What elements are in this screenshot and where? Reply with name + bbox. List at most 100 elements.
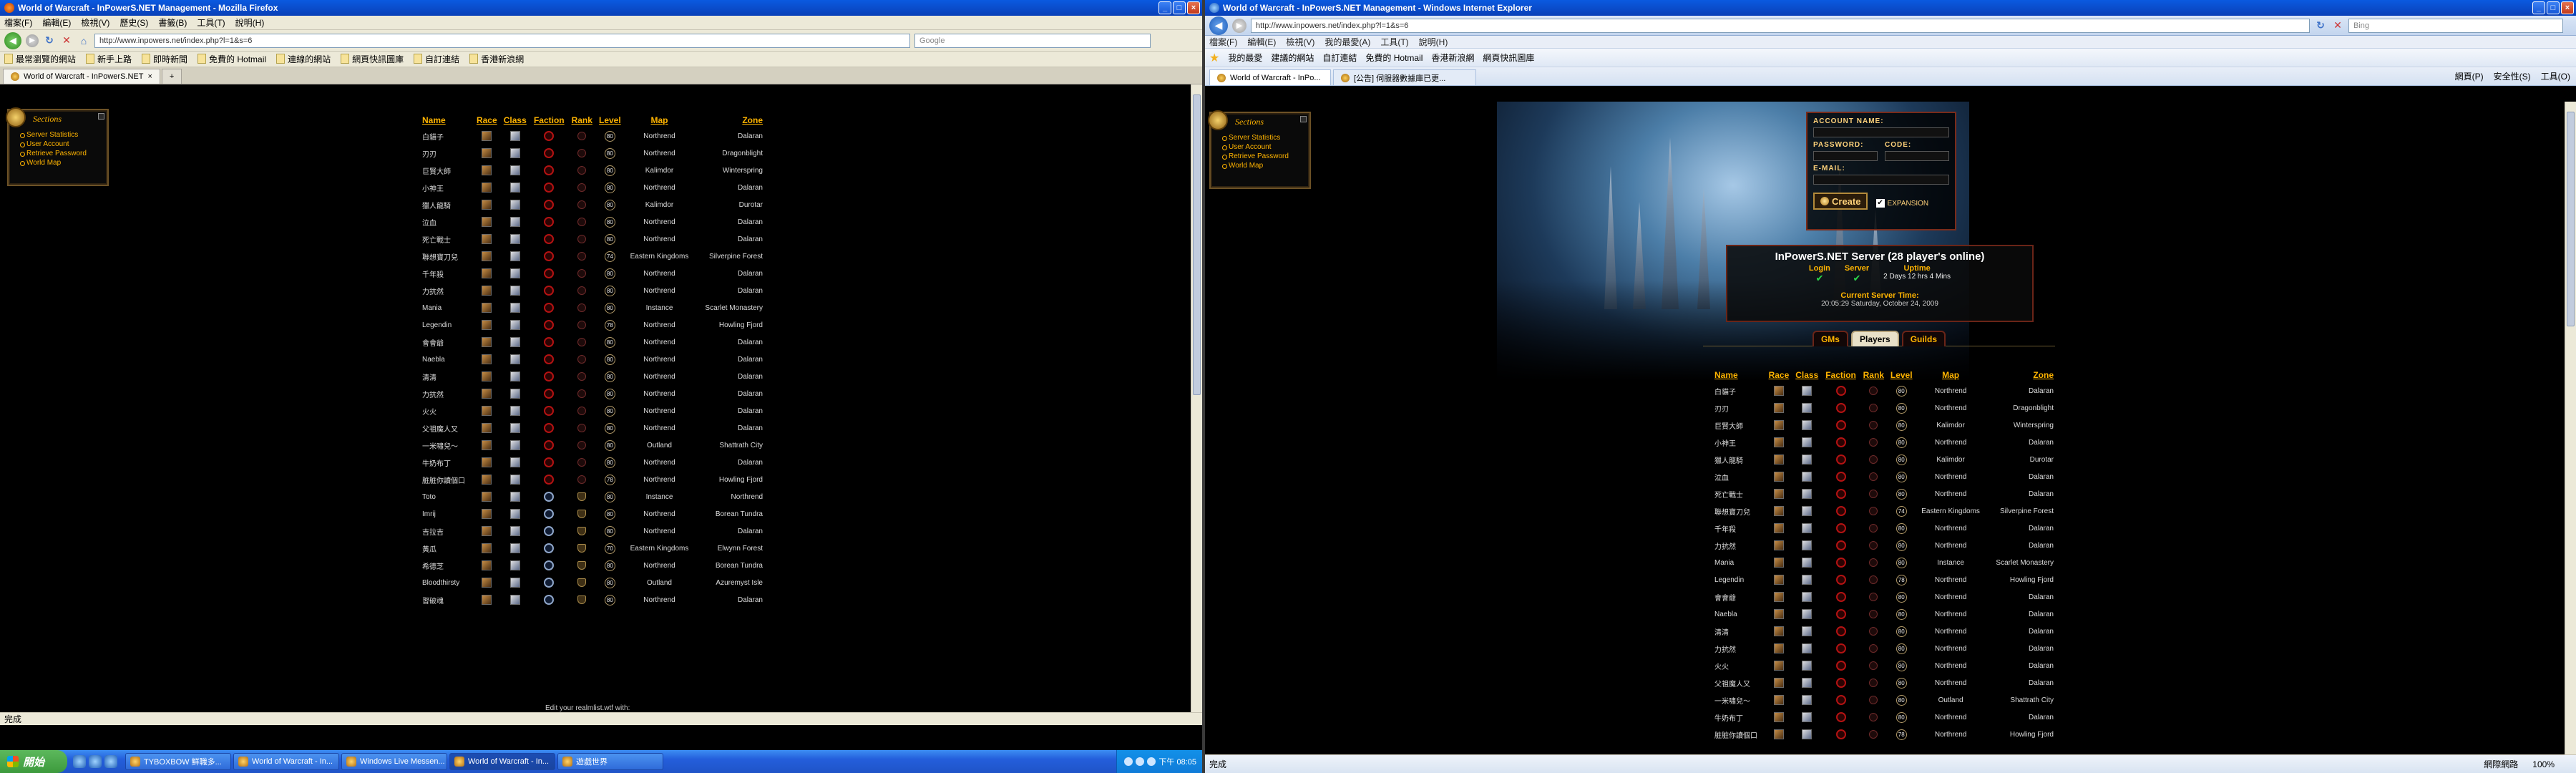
command-safety[interactable]: 安全性(S) [2494,70,2531,82]
minimize-button[interactable]: _ [2532,1,2545,14]
col-level[interactable]: Level [595,113,624,127]
taskbar-item[interactable]: 遊戲世界 [557,753,663,770]
bookmark-item[interactable]: 香港新浪網 [469,53,524,65]
taskbar-item[interactable]: Windows Live Messen... [341,753,447,770]
col-class[interactable]: Class [1792,368,1822,382]
col-race[interactable]: Race [1765,368,1792,382]
section-link-world-map[interactable]: World Map [20,158,107,167]
section-link-user-account[interactable]: User Account [20,140,107,149]
section-link-server-statistics[interactable]: Server Statistics [1222,133,1309,142]
search-input[interactable]: Google [914,33,1151,48]
reload-icon[interactable]: ↻ [43,34,56,47]
create-account-button[interactable]: Create [1813,193,1868,210]
sections-collapse-icon[interactable] [1300,116,1307,122]
bookmark-item[interactable]: 最常瀏覽的網站 [4,53,76,65]
command-tools[interactable]: 工具(O) [2541,70,2570,82]
back-button[interactable]: ◀ [4,31,21,49]
home-icon[interactable]: ⌂ [77,34,90,47]
tab-players[interactable]: Players [1850,331,1899,346]
taskbar-item[interactable]: TYBOXBOW 鮮職多... [125,753,231,770]
favorites-star-icon[interactable]: ★ [1209,51,1219,65]
col-faction[interactable]: Faction [1822,368,1860,382]
back-button[interactable]: ◀ [1209,16,1228,35]
col-race[interactable]: Race [474,113,501,127]
bookmark-item[interactable]: 連線的網站 [276,53,331,65]
taskbar-item-active[interactable]: World of Warcraft - In... [449,753,555,770]
password-input[interactable] [1813,151,1878,161]
col-zone[interactable]: Zone [695,113,764,127]
col-level[interactable]: Level [1887,368,1916,382]
scrollbar-thumb[interactable] [2567,112,2575,326]
menu-tools[interactable]: 工具(T) [1380,36,1408,48]
menu-file[interactable]: 檔案(F) [4,16,32,29]
tab-guilds[interactable]: Guilds [1901,331,1946,346]
menu-help[interactable]: 說明(H) [1419,36,1448,48]
favorite-item[interactable]: 網頁快訊圖庫 [1483,52,1534,64]
bookmark-item[interactable]: 新手上路 [86,53,132,65]
menu-favorites[interactable]: 我的最愛(A) [1324,36,1370,48]
menu-edit[interactable]: 編輯(E) [42,16,71,29]
expansion-checkbox[interactable]: ✔ EXPANSION [1875,199,1928,208]
maximize-button[interactable]: □ [2547,1,2560,14]
tray-icon[interactable] [1136,757,1145,766]
menu-file[interactable]: 檔案(F) [1209,36,1237,48]
menu-bookmarks[interactable]: 書籤(B) [158,16,187,29]
favorites-button[interactable]: 我的最愛 [1228,52,1262,64]
new-tab-button[interactable]: + [161,69,182,84]
tab-announcement[interactable]: [公告] 伺服器數據庫已更... [1333,69,1476,85]
menu-help[interactable]: 說明(H) [235,16,265,29]
sections-collapse-icon[interactable] [98,113,104,120]
address-bar[interactable]: http://www.inpowers.net/index.php?l=1&s=… [1251,18,2310,33]
tray-icon[interactable] [1124,757,1133,766]
section-link-user-account[interactable]: User Account [1222,142,1309,152]
maximize-button[interactable]: □ [1173,1,1186,14]
col-rank[interactable]: Rank [568,113,595,127]
bookmark-item[interactable]: 網頁快訊圖庫 [341,53,404,65]
stop-icon[interactable]: ✕ [2331,19,2344,32]
refresh-icon[interactable]: ↻ [2314,19,2327,32]
page-scrollbar[interactable] [1191,84,1202,712]
tray-icon[interactable] [1147,757,1156,766]
scrollbar-thumb[interactable] [1193,94,1201,395]
forward-button[interactable]: ▶ [26,34,39,47]
close-button[interactable]: × [1187,1,1200,14]
minimize-button[interactable]: _ [1158,1,1171,14]
tab-gms[interactable]: GMs [1812,331,1848,346]
quick-launch-icon[interactable] [89,755,102,768]
section-link-retrieve-password[interactable]: Retrieve Password [20,149,107,158]
section-link-retrieve-password[interactable]: Retrieve Password [1222,152,1309,161]
stop-icon[interactable]: ✕ [60,34,73,47]
col-name[interactable]: Name [421,113,474,127]
tab-wow[interactable]: World of Warcraft - InPowerS.NET × [3,69,160,84]
favorite-item[interactable]: 自訂連結 [1322,52,1357,64]
quick-launch-icon[interactable] [73,755,86,768]
search-input[interactable]: Bing [2348,18,2563,33]
bookmark-item[interactable]: 自訂連結 [414,53,459,65]
page-scrollbar[interactable] [2565,102,2576,754]
col-class[interactable]: Class [500,113,530,127]
code-input[interactable] [1885,151,1949,161]
close-button[interactable]: × [2561,1,2574,14]
col-map[interactable]: Map [1916,368,1986,382]
account-name-input[interactable] [1813,127,1949,137]
section-link-world-map[interactable]: World Map [1222,161,1309,170]
col-map[interactable]: Map [624,113,694,127]
command-page[interactable]: 網頁(P) [2455,70,2484,82]
col-name[interactable]: Name [1713,368,1765,382]
start-button[interactable]: 開始 [0,750,67,773]
col-faction[interactable]: Faction [530,113,568,127]
favorite-item[interactable]: 建議的網站 [1271,52,1314,64]
quick-launch-icon[interactable] [104,755,117,768]
taskbar-item[interactable]: World of Warcraft - In... [233,753,339,770]
tab-close-icon[interactable]: × [147,72,152,81]
favorite-item[interactable]: 免費的 Hotmail [1365,52,1423,64]
menu-tools[interactable]: 工具(T) [197,16,225,29]
menu-history[interactable]: 歷史(S) [119,16,148,29]
email-input[interactable] [1813,175,1949,185]
bookmark-item[interactable]: 免費的 Hotmail [197,53,266,65]
zoom-level[interactable]: 100% [2532,759,2576,769]
forward-button[interactable]: ▶ [1232,18,1246,33]
menu-edit[interactable]: 編輯(E) [1247,36,1276,48]
favorite-item[interactable]: 香港新浪網 [1431,52,1474,64]
col-zone[interactable]: Zone [1986,368,2055,382]
